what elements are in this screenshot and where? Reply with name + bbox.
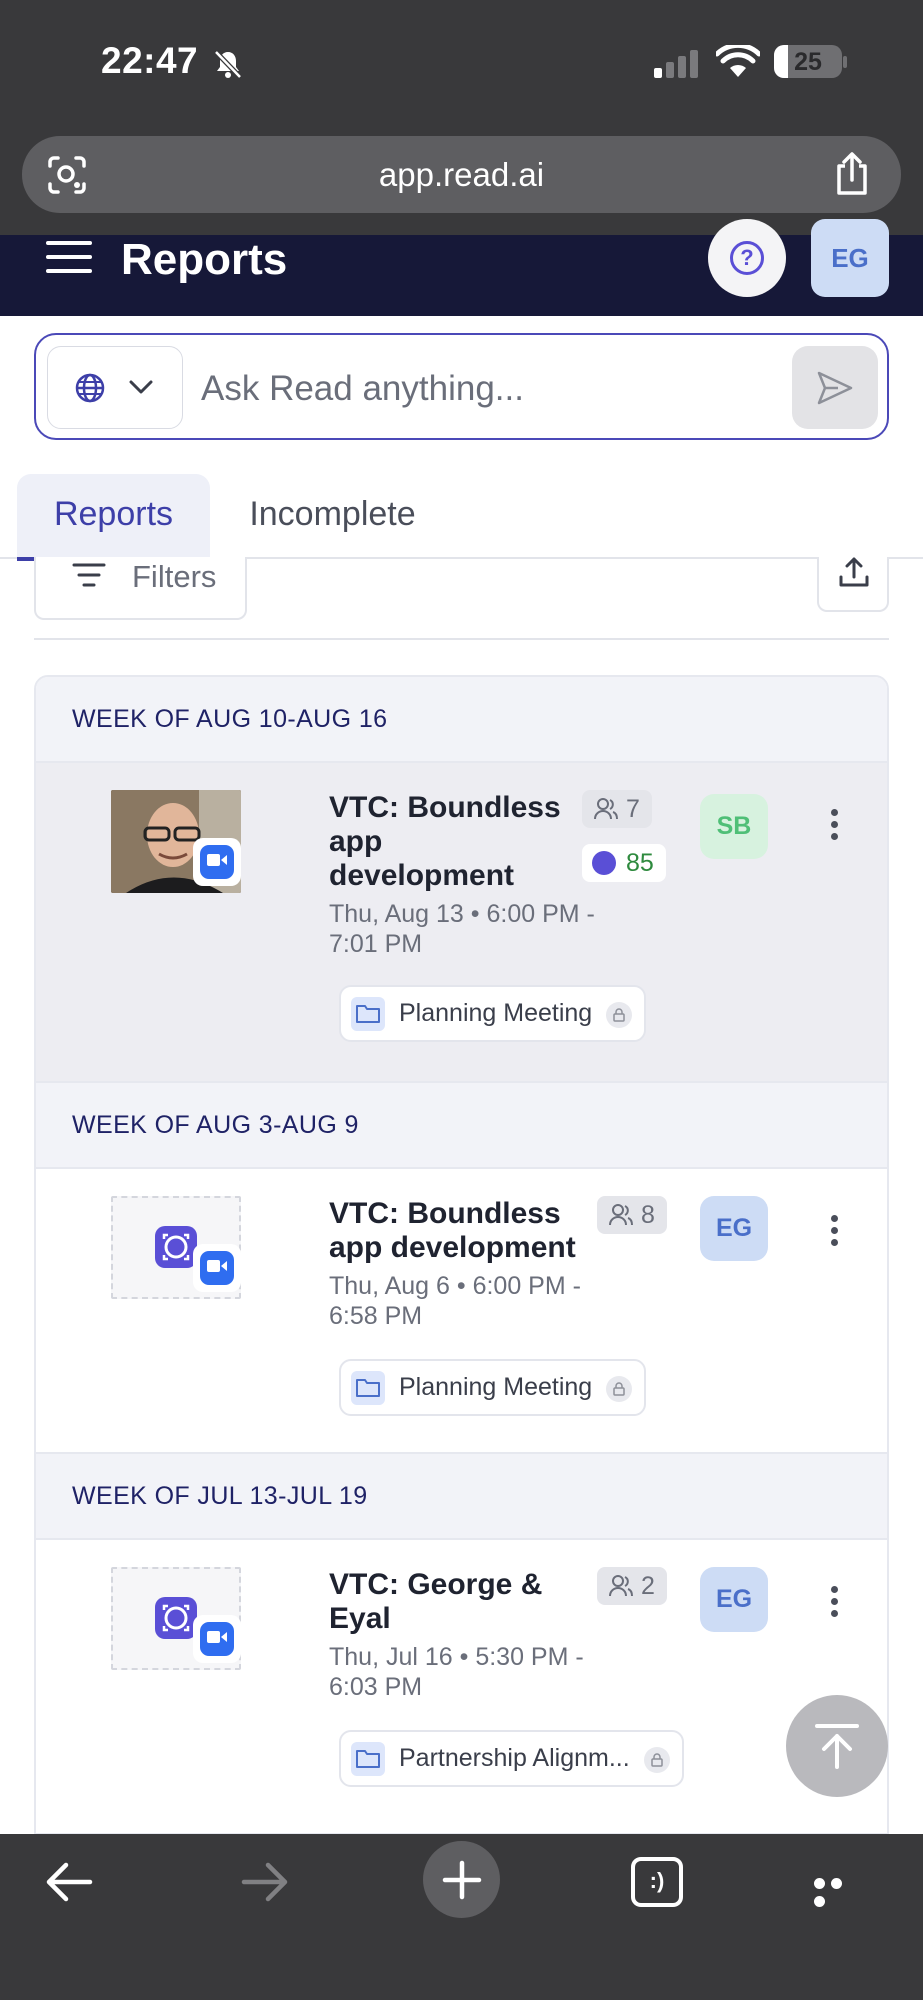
read-logo-icon bbox=[155, 1597, 197, 1639]
globe-icon bbox=[75, 373, 105, 403]
divider bbox=[34, 638, 889, 640]
scroll-to-top-button[interactable] bbox=[786, 1695, 888, 1797]
back-arrow-icon[interactable] bbox=[44, 1860, 94, 1904]
url-text: app.read.ai bbox=[378, 156, 545, 193]
send-button[interactable] bbox=[792, 346, 878, 429]
export-button[interactable] bbox=[817, 557, 889, 612]
week-header: WEEK OF AUG 10-AUG 16 bbox=[36, 677, 887, 761]
owner-avatar[interactable]: EG bbox=[700, 1196, 768, 1261]
upload-icon bbox=[839, 557, 869, 587]
ask-input[interactable]: Ask Read anything... bbox=[201, 369, 524, 409]
filter-icon bbox=[72, 563, 106, 587]
report-card[interactable]: VTC: Boundless app development Thu, Aug … bbox=[36, 761, 887, 1083]
app-header: Reports ? EG bbox=[0, 219, 923, 316]
folder-icon bbox=[351, 1371, 385, 1405]
help-button[interactable]: ? bbox=[708, 219, 786, 297]
week-header: WEEK OF JUL 13-JUL 19 bbox=[36, 1454, 887, 1538]
bell-muted-icon bbox=[214, 50, 242, 79]
owner-avatar[interactable]: SB bbox=[700, 794, 768, 859]
zoom-icon bbox=[193, 1615, 241, 1663]
report-list: WEEK OF AUG 10-AUG 16 VTC: Boundless app… bbox=[34, 675, 889, 1835]
report-tag[interactable]: Planning Meeting bbox=[339, 985, 647, 1042]
more-options-icon[interactable] bbox=[825, 1215, 843, 1249]
people-icon bbox=[594, 798, 618, 820]
zoom-icon bbox=[193, 1244, 241, 1292]
battery-cap bbox=[843, 56, 847, 68]
chevron-down-icon bbox=[129, 380, 153, 394]
forward-arrow-icon[interactable] bbox=[240, 1860, 290, 1904]
lock-icon bbox=[606, 1002, 633, 1028]
report-time: Thu, Aug 6 • 6:00 PM - 6:58 PM bbox=[329, 1272, 581, 1330]
report-time: Thu, Aug 13 • 6:00 PM - 7:01 PM bbox=[329, 900, 595, 958]
filters-button[interactable]: Filters bbox=[34, 557, 247, 620]
browser-chrome: 22:47 25 app.read.ai bbox=[0, 0, 923, 235]
zoom-icon bbox=[193, 838, 241, 886]
participant-count: 8 bbox=[597, 1196, 667, 1234]
lock-icon bbox=[606, 1376, 633, 1402]
people-icon bbox=[609, 1204, 633, 1226]
more-options-icon[interactable] bbox=[825, 1586, 843, 1620]
language-selector[interactable] bbox=[47, 346, 183, 429]
people-icon bbox=[609, 1575, 633, 1597]
new-tab-button[interactable] bbox=[423, 1841, 500, 1918]
user-avatar-button[interactable]: EG bbox=[811, 219, 889, 297]
report-card[interactable]: VTC: George & Eyal Thu, Jul 16 • 5:30 PM… bbox=[36, 1538, 887, 1833]
participant-count: 7 bbox=[582, 790, 652, 828]
filters-label: Filters bbox=[132, 559, 217, 594]
arrow-up-icon bbox=[815, 1724, 859, 1769]
tabs-switcher-button[interactable]: :) bbox=[631, 1857, 683, 1907]
tab-bar: Reports Incomplete bbox=[0, 474, 923, 561]
folder-icon bbox=[351, 997, 385, 1031]
report-title: VTC: Boundless app development bbox=[329, 1197, 576, 1264]
folder-icon bbox=[351, 1742, 385, 1776]
tab-reports[interactable]: Reports bbox=[17, 474, 210, 561]
report-tag[interactable]: Planning Meeting bbox=[339, 1359, 647, 1416]
page-title: Reports bbox=[121, 235, 288, 284]
more-menu-icon[interactable] bbox=[814, 1876, 864, 1907]
read-score-icon bbox=[592, 851, 616, 875]
address-bar[interactable]: app.read.ai bbox=[22, 136, 901, 213]
battery-icon: 25 bbox=[774, 45, 842, 78]
help-icon: ? bbox=[730, 241, 764, 275]
more-options-icon[interactable] bbox=[825, 809, 843, 843]
read-score: 85 bbox=[582, 844, 666, 882]
send-icon bbox=[817, 371, 853, 405]
report-tag[interactable]: Partnership Alignm... bbox=[339, 1730, 684, 1787]
participant-count: 2 bbox=[597, 1567, 667, 1605]
status-time: 22:47 bbox=[101, 40, 199, 81]
report-title: VTC: Boundless app development bbox=[329, 791, 561, 892]
read-logo-icon bbox=[155, 1226, 197, 1268]
tab-incomplete[interactable]: Incomplete bbox=[230, 474, 435, 559]
week-header: WEEK OF AUG 3-AUG 9 bbox=[36, 1083, 887, 1167]
ask-bar: Ask Read anything... bbox=[34, 333, 889, 440]
report-title: VTC: George & Eyal bbox=[329, 1568, 543, 1635]
battery-level: 25 bbox=[794, 48, 822, 76]
share-icon[interactable] bbox=[833, 152, 871, 196]
browser-toolbar: :) bbox=[0, 1834, 923, 2000]
lock-icon bbox=[643, 1747, 670, 1773]
report-card[interactable]: VTC: Boundless app development Thu, Aug … bbox=[36, 1167, 887, 1454]
plus-icon bbox=[442, 1860, 482, 1900]
owner-avatar[interactable]: EG bbox=[700, 1567, 768, 1632]
report-time: Thu, Jul 16 • 5:30 PM - 6:03 PM bbox=[329, 1643, 584, 1701]
menu-icon[interactable] bbox=[46, 241, 92, 277]
wifi-icon bbox=[716, 45, 760, 77]
cellular-signal-icon bbox=[654, 50, 698, 78]
